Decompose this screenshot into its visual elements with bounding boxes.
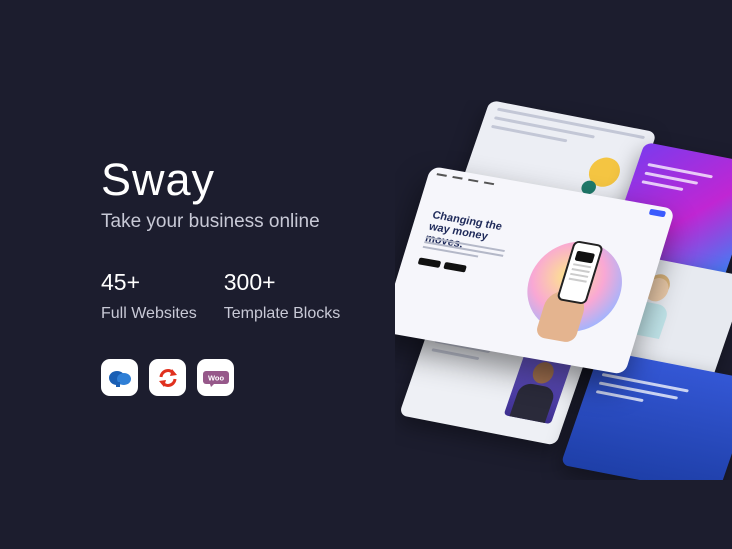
page-tagline: Take your business online — [101, 211, 320, 232]
cloud-icon — [108, 370, 131, 387]
stat-label: Full Websites — [101, 305, 197, 322]
preview-lines — [481, 106, 655, 158]
plugin-icons: Woo — [101, 359, 234, 396]
template-preview-collage: Changing the way money moves. — [395, 100, 732, 480]
woocommerce-icon: Woo — [202, 370, 229, 387]
sync-icon — [158, 368, 177, 387]
stats-row: 45+ Full Websites 300+ Template Blocks — [101, 268, 340, 323]
stat-websites: 45+ Full Websites — [101, 268, 197, 323]
preview-cta — [648, 208, 667, 218]
preview-lines — [586, 371, 732, 422]
stat-number: 45+ — [101, 269, 141, 295]
stat-number: 300+ — [223, 269, 276, 295]
preview-lines — [632, 161, 732, 204]
plugin-badge-cloud — [101, 359, 138, 396]
plugin-badge-sync — [149, 359, 186, 396]
page-title: Sway — [101, 154, 216, 205]
woo-text: Woo — [207, 373, 224, 382]
hero-text: Sway Take your business online — [101, 154, 391, 234]
plugin-badge-woocommerce: Woo — [197, 359, 234, 396]
stat-blocks: 300+ Template Blocks — [224, 268, 341, 323]
stat-label: Template Blocks — [223, 305, 341, 322]
app-store-badges — [417, 257, 467, 273]
